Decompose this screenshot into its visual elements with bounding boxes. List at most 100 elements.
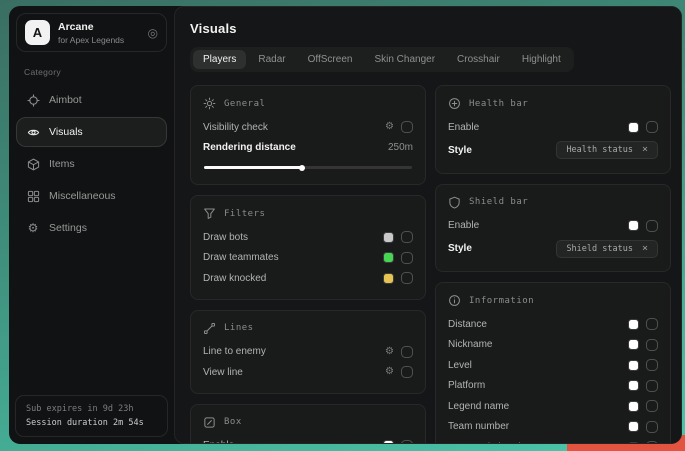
setting-label: Nickname <box>448 339 492 350</box>
draw-bots-color-swatch[interactable] <box>383 232 394 243</box>
nickname-color-swatch[interactable] <box>628 339 639 350</box>
draw-teammates-checkbox[interactable] <box>401 252 413 264</box>
shield-style-select[interactable]: Shield status × <box>556 240 658 258</box>
close-icon[interactable]: × <box>642 145 648 155</box>
setting-label: Enable <box>448 122 479 133</box>
sidebar-item-aimbot[interactable]: Aimbot <box>16 85 167 115</box>
sidebar-item-miscellaneous[interactable]: Miscellaneous <box>16 181 167 211</box>
level-color-swatch[interactable] <box>628 360 639 371</box>
card-title-text: Health bar <box>469 99 528 109</box>
card-title-text: Box <box>224 417 242 427</box>
platform-color-swatch[interactable] <box>628 380 639 391</box>
box-enable-color-swatch[interactable] <box>383 440 394 444</box>
line-to-enemy-checkbox[interactable] <box>401 346 413 358</box>
setting-label: Style <box>448 243 472 254</box>
sidebar-item-label: Settings <box>49 222 87 234</box>
page-title: Visuals <box>190 21 666 36</box>
gear-icon[interactable]: ⚙ <box>385 122 394 132</box>
legend-name-color-swatch[interactable] <box>628 401 639 412</box>
app-name: Arcane <box>58 21 124 33</box>
setting-label: Draw teammates <box>203 252 279 263</box>
visibility-check-checkbox[interactable] <box>401 121 413 133</box>
legend-name-checkbox[interactable] <box>646 400 658 412</box>
health-enable-color-swatch[interactable] <box>628 122 639 133</box>
weapon-in-hands-checkbox[interactable] <box>646 441 658 444</box>
box-enable-checkbox[interactable] <box>401 440 413 444</box>
card-filters: Filters Draw bots Draw teammates <box>190 195 426 300</box>
setting-label: Enable <box>203 440 234 444</box>
setting-row-health-enable: Enable <box>448 117 658 138</box>
tab-skin-changer[interactable]: Skin Changer <box>364 50 445 69</box>
shield-enable-checkbox[interactable] <box>646 220 658 232</box>
health-style-select[interactable]: Health status × <box>556 141 658 159</box>
close-icon[interactable]: × <box>642 244 648 254</box>
setting-row-line-to-enemy: Line to enemy ⚙ <box>203 342 413 363</box>
card-health-bar: Health bar Enable Style H <box>435 85 671 174</box>
sidebar-item-label: Miscellaneous <box>49 190 116 202</box>
setting-label: Enable <box>448 220 479 231</box>
settings-columns: General Visibility check ⚙ Rendering dis… <box>190 85 666 431</box>
setting-row-view-line: View line ⚙ <box>203 362 413 383</box>
sidebar-item-visuals[interactable]: Visuals <box>16 117 167 147</box>
draw-bots-checkbox[interactable] <box>401 231 413 243</box>
platform-checkbox[interactable] <box>646 380 658 392</box>
sub-expires-text: Sub expires in 9d 23h <box>26 404 157 414</box>
info-icon <box>448 294 461 307</box>
tab-radar[interactable]: Radar <box>248 50 295 69</box>
app-logo: A <box>25 20 50 45</box>
gear-icon[interactable]: ⚙ <box>385 367 394 377</box>
draw-teammates-color-swatch[interactable] <box>383 252 394 263</box>
card-title-text: General <box>224 99 265 109</box>
setting-row-level: Level <box>448 355 658 376</box>
desktop-background: A Arcane for Apex Legends ◎ Category Aim… <box>0 0 685 451</box>
setting-label: Legend name <box>448 401 509 412</box>
setting-row-distance: Distance <box>448 314 658 335</box>
card-title-text: Shield bar <box>469 197 528 207</box>
setting-row-visibility-check: Visibility check ⚙ <box>203 117 413 138</box>
team-number-checkbox[interactable] <box>646 421 658 433</box>
setting-label: Line to enemy <box>203 346 266 357</box>
tab-highlight[interactable]: Highlight <box>512 50 571 69</box>
distance-checkbox[interactable] <box>646 318 658 330</box>
card-information: Information Distance Nickname <box>435 282 671 444</box>
shield-icon <box>448 196 461 209</box>
setting-row-box-enable: Enable <box>203 436 413 445</box>
slider-thumb[interactable] <box>299 165 305 171</box>
sidebar-item-items[interactable]: Items <box>16 149 167 179</box>
card-title-text: Lines <box>224 323 254 333</box>
sidebar-item-settings[interactable]: ⚙ Settings <box>16 213 167 243</box>
health-enable-checkbox[interactable] <box>646 121 658 133</box>
draw-knocked-checkbox[interactable] <box>401 272 413 284</box>
tab-offscreen[interactable]: OffScreen <box>298 50 363 69</box>
card-shield-bar: Shield bar Enable Style S <box>435 184 671 273</box>
setting-label: Level <box>448 360 472 371</box>
weapon-in-hands-color-swatch[interactable] <box>628 442 639 444</box>
tab-bar: Players Radar OffScreen Skin Changer Cro… <box>190 47 574 72</box>
setting-label: View line <box>203 367 243 378</box>
shield-enable-color-swatch[interactable] <box>628 220 639 231</box>
main-panel: Visuals Players Radar OffScreen Skin Cha… <box>174 6 682 444</box>
setting-row-draw-teammates: Draw teammates <box>203 248 413 269</box>
setting-label: Team number <box>448 421 509 432</box>
setting-label: Style <box>448 145 472 156</box>
gear-icon[interactable]: ⚙ <box>385 347 394 357</box>
tab-players[interactable]: Players <box>193 50 246 69</box>
app-subtitle: for Apex Legends <box>58 35 124 45</box>
level-checkbox[interactable] <box>646 359 658 371</box>
team-number-color-swatch[interactable] <box>628 421 639 432</box>
rendering-distance-slider[interactable] <box>204 166 412 169</box>
slider-fill <box>204 166 302 169</box>
setting-row-nickname: Nickname <box>448 335 658 356</box>
health-cross-icon <box>448 97 461 110</box>
health-style-value: Health status <box>566 145 633 155</box>
distance-color-swatch[interactable] <box>628 319 639 330</box>
tab-crosshair[interactable]: Crosshair <box>447 50 510 69</box>
setting-row-draw-knocked: Draw knocked <box>203 268 413 289</box>
right-column: Health bar Enable Style H <box>435 85 671 431</box>
scope-icon[interactable]: ◎ <box>148 27 158 39</box>
box-icon <box>203 416 216 429</box>
nickname-checkbox[interactable] <box>646 339 658 351</box>
draw-knocked-color-swatch[interactable] <box>383 273 394 284</box>
crosshair-icon <box>26 93 40 107</box>
view-line-checkbox[interactable] <box>401 366 413 378</box>
